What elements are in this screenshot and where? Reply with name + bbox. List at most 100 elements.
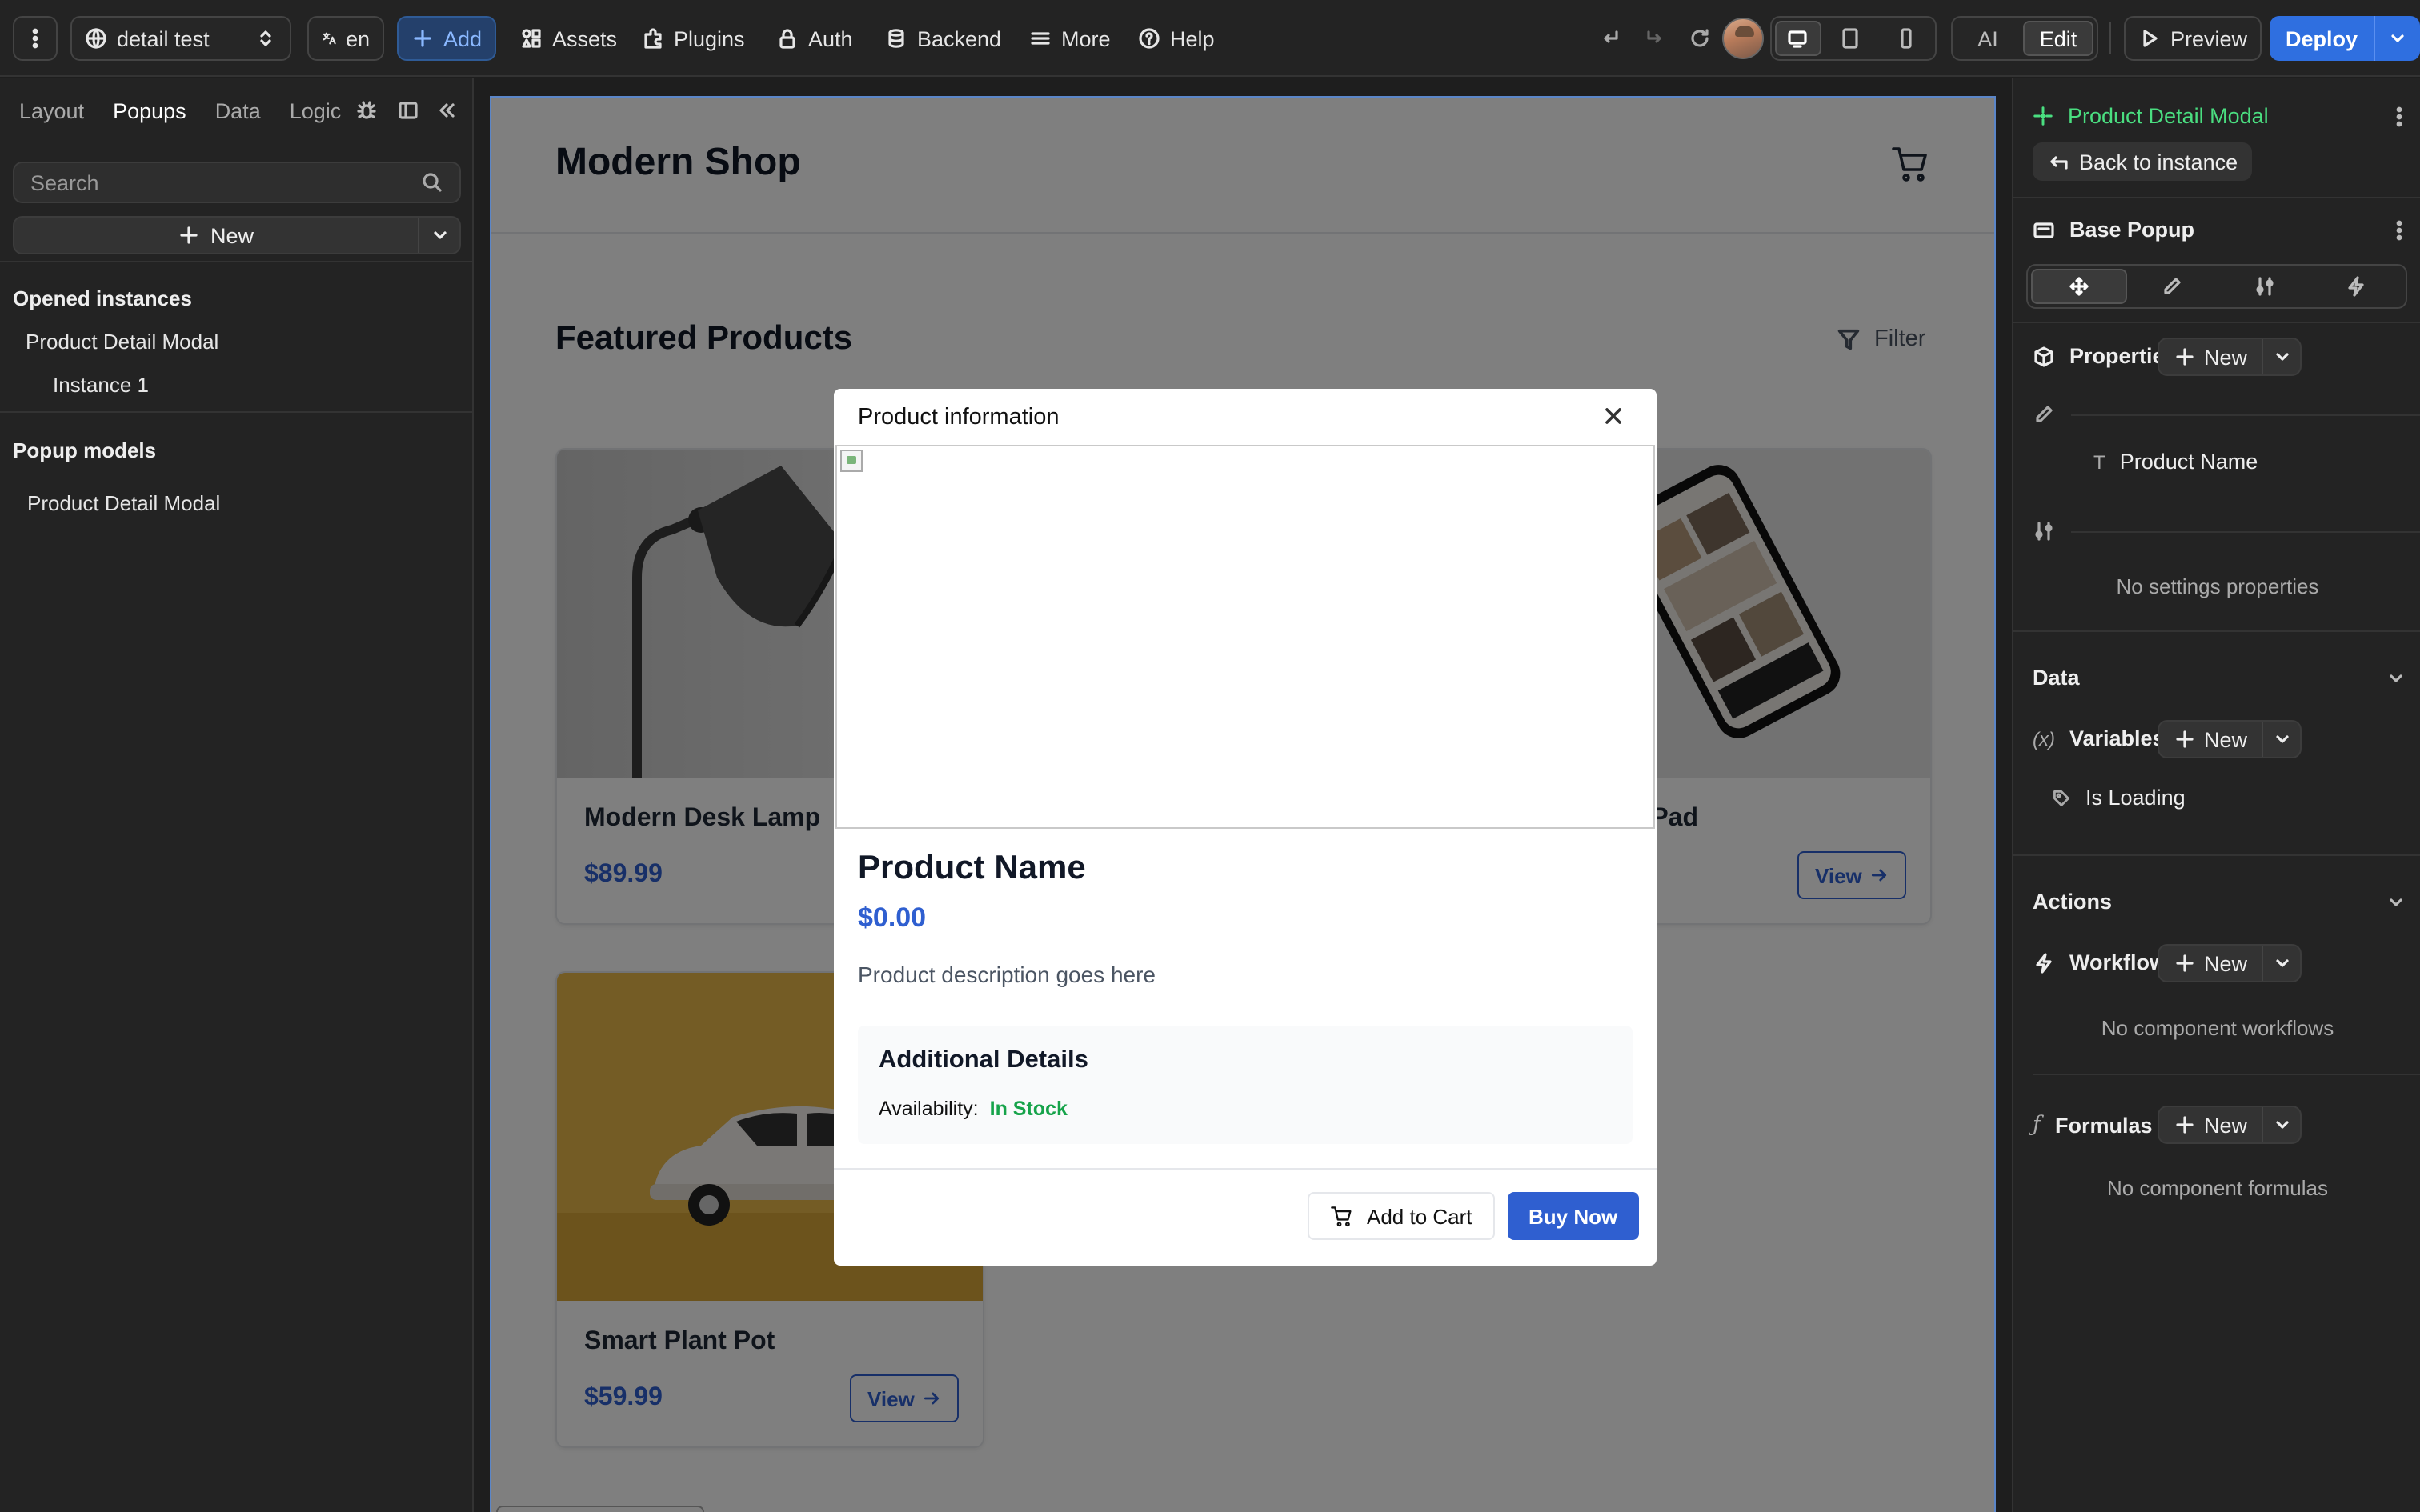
product-name-property[interactable]: T Product Name xyxy=(2093,450,2258,474)
assets-label: Assets xyxy=(552,26,618,50)
tab-layout[interactable]: Layout xyxy=(19,98,84,122)
toggle-sidebar-button[interactable] xyxy=(397,99,419,122)
buy-now-button[interactable]: Buy Now xyxy=(1508,1192,1639,1240)
tab-data[interactable]: Data xyxy=(215,98,261,122)
tab-popups[interactable]: Popups xyxy=(113,98,186,122)
new-workflow-main[interactable]: New xyxy=(2159,951,2262,975)
new-popup-options[interactable] xyxy=(418,218,459,253)
new-property-main[interactable]: New xyxy=(2159,345,2262,369)
new-formula-button[interactable]: New xyxy=(2158,1106,2302,1144)
component-header: Product Detail Modal xyxy=(2033,104,2269,128)
search-input[interactable]: Search xyxy=(13,162,461,203)
pencil-icon xyxy=(2164,278,2182,294)
modal-title: Product information xyxy=(858,405,1060,430)
popup-icon xyxy=(2033,222,2054,238)
add-label: Add xyxy=(443,26,483,50)
edit-mode-button[interactable]: Edit xyxy=(2023,21,2093,56)
actions-section-title[interactable]: Actions xyxy=(2033,890,2112,914)
new-variable-options[interactable] xyxy=(2262,722,2300,757)
new-formula-main[interactable]: New xyxy=(2159,1113,2262,1137)
redo-button[interactable] xyxy=(1636,16,1674,61)
canvas-bottom-tab[interactable] xyxy=(496,1506,704,1512)
new-popup-button[interactable]: New xyxy=(13,216,461,254)
tab-settings-inspector[interactable] xyxy=(2218,269,2310,304)
language-selector[interactable]: en xyxy=(307,16,384,61)
deploy-button[interactable]: Deploy xyxy=(2270,16,2374,61)
chevron-down-icon xyxy=(2275,1121,2288,1129)
deploy-options-button[interactable] xyxy=(2374,16,2420,61)
opened-instance-item[interactable]: Product Detail Modal xyxy=(26,330,218,354)
assets-button[interactable]: Assets xyxy=(506,16,631,61)
new-formula-options[interactable] xyxy=(2262,1107,2300,1142)
base-popup-menu-button[interactable] xyxy=(2388,219,2410,242)
more-vertical-icon xyxy=(2396,106,2402,127)
divider xyxy=(2013,854,2420,856)
divider xyxy=(2071,414,2420,416)
page-frame: Modern Shop Featured Products Filter xyxy=(490,96,1996,1512)
chevron-down-icon xyxy=(2390,898,2402,906)
divider xyxy=(2033,1074,2420,1075)
component-menu-button[interactable] xyxy=(2388,106,2410,128)
actions-section-toggle[interactable] xyxy=(2385,891,2407,914)
plus-icon xyxy=(414,30,431,47)
modal-product-name: Product Name xyxy=(858,850,1086,886)
plus-icon xyxy=(2176,1116,2194,1134)
modal-product-description: Product description goes here xyxy=(858,962,1156,987)
plugins-button[interactable]: Plugins xyxy=(627,16,759,61)
globe-icon xyxy=(86,28,106,49)
product-name-property-label: Product Name xyxy=(2119,450,2258,474)
tab-actions-inspector[interactable] xyxy=(2310,269,2402,304)
popup-model-item[interactable]: Product Detail Modal xyxy=(27,491,220,515)
main-menu-button[interactable] xyxy=(13,16,58,61)
collapse-panel-button[interactable] xyxy=(435,99,458,122)
divider xyxy=(2013,197,2420,198)
chevron-down-icon xyxy=(2275,959,2288,967)
add-button[interactable]: Add xyxy=(397,16,497,61)
new-property-options[interactable] xyxy=(2262,339,2300,374)
tab-layout-inspector[interactable] xyxy=(2031,269,2126,304)
add-to-cart-button[interactable]: Add to Cart xyxy=(1308,1192,1495,1240)
right-panel: Product Detail Modal Back to instance Ba… xyxy=(2012,78,2420,1512)
preview-button[interactable]: Preview xyxy=(2124,16,2262,61)
data-section-toggle[interactable] xyxy=(2385,667,2407,690)
project-selector[interactable]: detail test xyxy=(70,16,291,61)
cart-icon xyxy=(1331,1206,1352,1226)
sliders-icon xyxy=(2255,277,2274,296)
chevron-down-icon xyxy=(2391,34,2404,42)
new-popup-main[interactable]: New xyxy=(14,223,418,247)
undo-button[interactable] xyxy=(1591,16,1629,61)
help-label: Help xyxy=(1170,26,1215,50)
tab-logic[interactable]: Logic xyxy=(290,98,342,122)
tablet-view-button[interactable] xyxy=(1825,21,1877,56)
more-button[interactable]: More xyxy=(1015,16,1125,61)
tab-style-inspector[interactable] xyxy=(2126,269,2218,304)
new-variable-button[interactable]: New xyxy=(2158,720,2302,758)
plus-icon xyxy=(181,226,198,244)
ai-mode-button[interactable]: AI xyxy=(1956,21,2020,56)
auth-button[interactable]: Auth xyxy=(762,16,867,61)
lightning-icon xyxy=(2348,276,2365,297)
debug-button[interactable] xyxy=(355,99,378,122)
availability-row: Availability: In Stock xyxy=(879,1098,1068,1120)
desktop-view-button[interactable] xyxy=(1775,21,1821,56)
help-button[interactable]: Help xyxy=(1124,16,1229,61)
new-label: New xyxy=(210,223,254,247)
close-button[interactable] xyxy=(1601,403,1626,429)
instance-item[interactable]: Instance 1 xyxy=(53,373,149,397)
user-avatar[interactable] xyxy=(1722,18,1764,59)
new-workflow-button[interactable]: New xyxy=(2158,944,2302,982)
backend-button[interactable]: Backend xyxy=(871,16,1016,61)
new-variable-main[interactable]: New xyxy=(2159,727,2262,751)
mobile-view-button[interactable] xyxy=(1880,21,1932,56)
opened-instances-heading: Opened instances xyxy=(13,286,192,310)
back-to-instance-button[interactable]: Back to instance xyxy=(2033,142,2253,181)
plugins-label: Plugins xyxy=(674,26,745,50)
component-icon xyxy=(2033,106,2053,126)
settings-props-icon-wrap xyxy=(2033,520,2055,542)
data-section-title[interactable]: Data xyxy=(2033,666,2080,690)
refresh-button[interactable] xyxy=(1681,16,1719,61)
new-workflow-options[interactable] xyxy=(2262,946,2300,981)
help-circle-icon xyxy=(1139,28,1160,49)
new-property-button[interactable]: New xyxy=(2158,338,2302,376)
is-loading-variable[interactable]: Is Loading xyxy=(2052,786,2186,810)
